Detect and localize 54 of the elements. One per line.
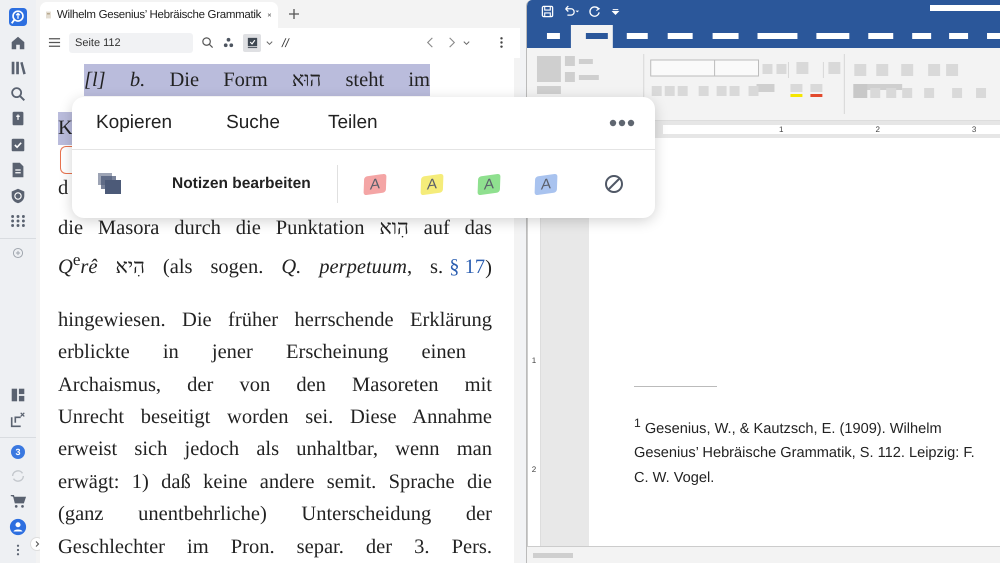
apps-grid-icon[interactable] bbox=[9, 212, 27, 230]
ruler-number: 3 bbox=[972, 125, 976, 134]
popup-action-button[interactable]: Kopieren bbox=[84, 108, 184, 138]
page-field[interactable]: Seite 112 bbox=[69, 32, 193, 53]
section-link[interactable]: § 17 bbox=[449, 251, 486, 284]
copy-icon[interactable] bbox=[98, 173, 122, 195]
ribbon-tabs-drawing[interactable] bbox=[527, 23, 1000, 48]
ruler-number: 2 bbox=[532, 465, 536, 474]
notes-toggle-button[interactable] bbox=[243, 34, 261, 52]
clear-highlight-icon[interactable] bbox=[604, 174, 624, 194]
checkbox-icon bbox=[246, 36, 258, 50]
app-logo-icon[interactable] bbox=[9, 8, 27, 26]
text-line: erblickte in jener Erscheinung einen bbox=[58, 340, 466, 366]
footnote-text: $^{1}$ Gesenius, W., & Kautzsch, E. (1909). Wilhelm Gesenius’ Hebräische Grammatik, S. 112. Leipzig: F. C. W. Vogel. bbox=[634, 415, 976, 488]
notification-badge[interactable]: 3 bbox=[11, 445, 25, 459]
book-tab[interactable]: Wilhelm Gesenius’ Hebräische Grammatik bbox=[40, 2, 278, 28]
search-field[interactable] bbox=[930, 4, 1000, 10]
text-line: Geschlechter im Pron. separ. der 3. Pers. bbox=[58, 534, 492, 560]
menu-icon[interactable] bbox=[48, 36, 61, 50]
save-icon[interactable] bbox=[541, 5, 554, 18]
checklist-icon[interactable] bbox=[9, 136, 27, 154]
ruler-number: 1 bbox=[779, 125, 784, 134]
popup-action-button[interactable]: Suche bbox=[214, 108, 292, 138]
new-tab-icon[interactable] bbox=[288, 8, 300, 20]
text-line: erwägt: 1) daß keine andere semit. Sprache die bbox=[58, 470, 492, 495]
shield-icon[interactable] bbox=[9, 186, 27, 204]
cluster-icon[interactable] bbox=[222, 36, 235, 50]
text-line: (ganz unentbehrliche) Unterscheidung der bbox=[58, 502, 492, 528]
user-icon[interactable] bbox=[9, 518, 27, 536]
highlight-button[interactable]: A bbox=[477, 173, 500, 195]
text-line: Unrecht beseitigt worden sei. Diese Annahme bbox=[58, 404, 492, 430]
parallel-button[interactable]: // bbox=[282, 36, 289, 50]
ruler-number: 1 bbox=[532, 356, 536, 365]
undo-icon[interactable] bbox=[562, 5, 580, 18]
ruler-number: 2 bbox=[875, 125, 880, 134]
text-line: erweist sich jedoch als unhaltbar, wenn man bbox=[58, 437, 492, 462]
close-panels-icon[interactable] bbox=[9, 411, 27, 429]
text-line: hingewiesen. Die früher herrschende Erklärung bbox=[58, 308, 492, 333]
text-line: d bbox=[58, 176, 68, 201]
text-line: die Masora durch die Punktation הִוא auf das bbox=[58, 216, 492, 242]
search-icon[interactable] bbox=[9, 84, 27, 102]
cart-icon[interactable] bbox=[9, 492, 27, 510]
highlight-button[interactable]: A bbox=[420, 173, 444, 195]
layout-icon[interactable] bbox=[9, 386, 27, 404]
text-line: Archaismus, der von den Masoreten mit bbox=[58, 372, 492, 398]
more-icon[interactable] bbox=[609, 119, 635, 127]
highlight-button[interactable]: A bbox=[534, 173, 558, 195]
library-icon[interactable] bbox=[9, 59, 27, 77]
redo-icon[interactable] bbox=[588, 5, 601, 18]
popup-action-button[interactable]: Teilen bbox=[316, 108, 390, 138]
edit-notes-button[interactable]: Notizen bearbeiten bbox=[172, 171, 311, 197]
tab-title: Wilhelm Gesenius’ Hebräische Grammatik bbox=[56, 8, 262, 21]
search-icon[interactable] bbox=[201, 36, 214, 50]
scrollbar-thumb[interactable] bbox=[533, 552, 573, 558]
